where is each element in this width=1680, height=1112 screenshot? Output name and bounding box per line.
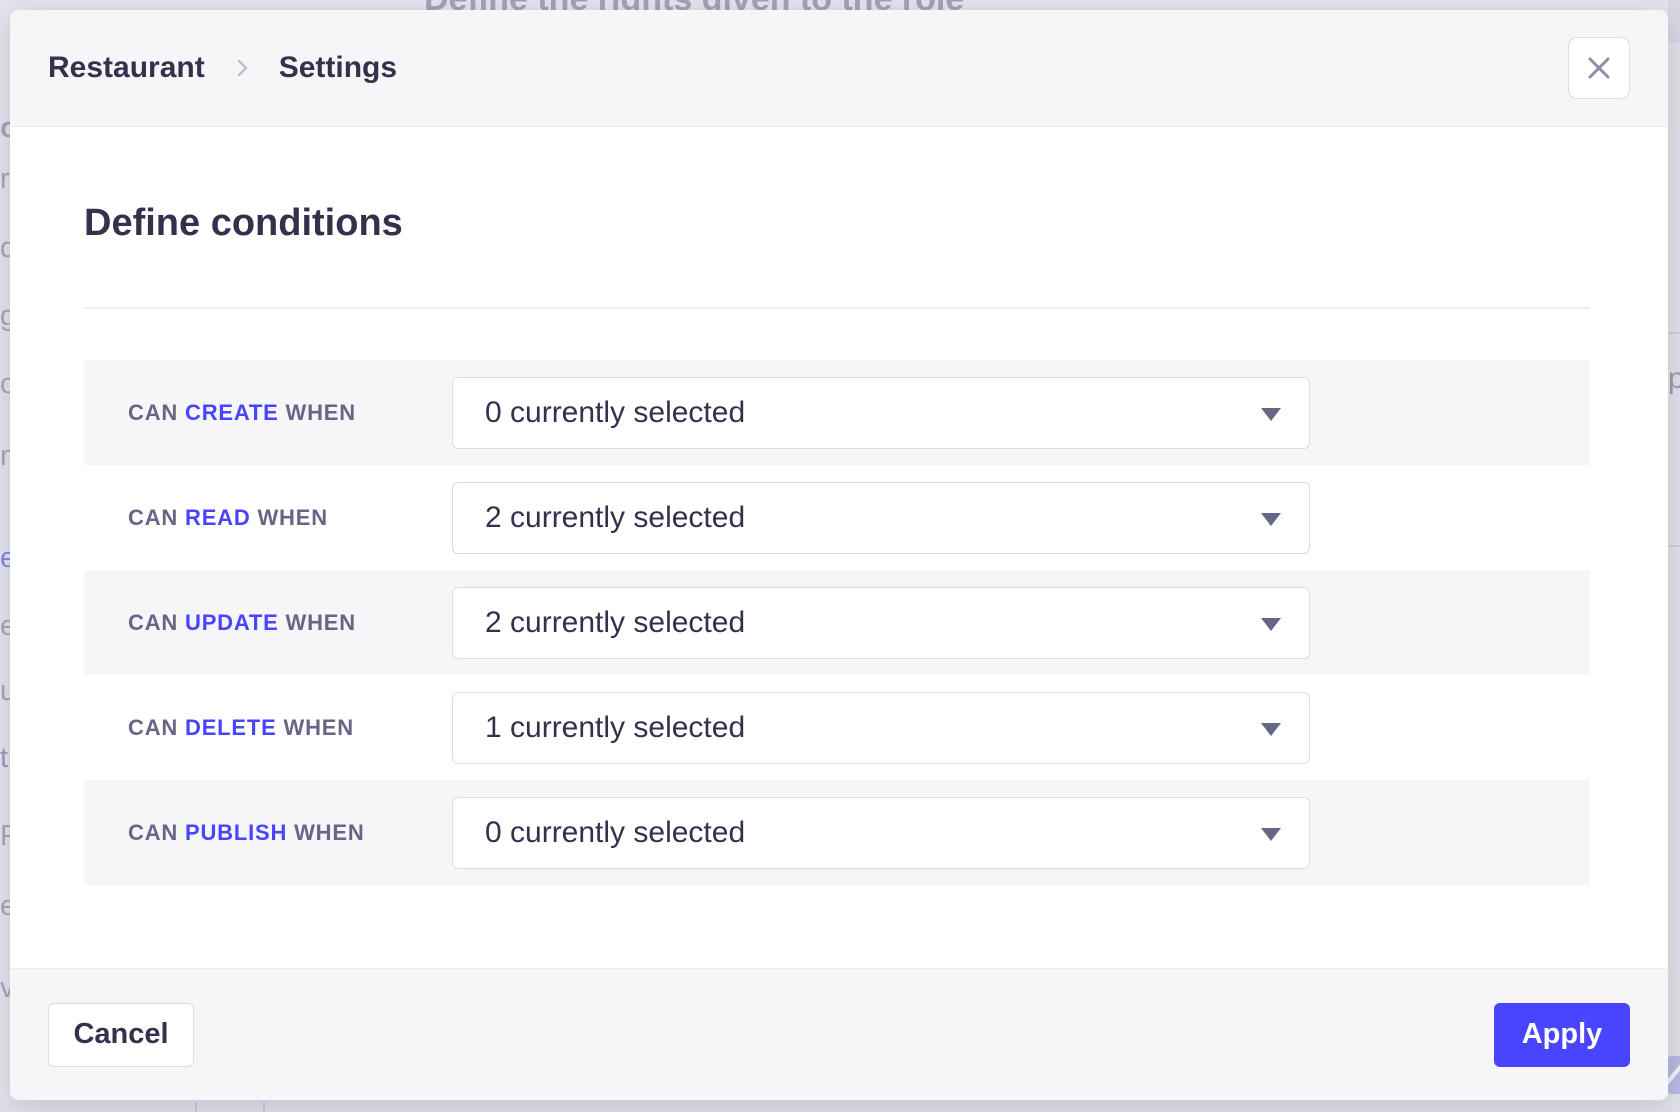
- cancel-button[interactable]: Cancel: [48, 1003, 194, 1067]
- modal-body: Define conditions CAN CREATE WHEN 0 curr…: [10, 127, 1668, 885]
- background-text-fragment: r: [0, 163, 10, 196]
- read-conditions-select[interactable]: 2 currently selected: [452, 482, 1310, 554]
- label-prefix: CAN: [128, 505, 178, 530]
- modal-footer: Cancel Apply: [10, 968, 1668, 1100]
- label-action: UPDATE: [185, 610, 279, 635]
- label-action: DELETE: [185, 715, 277, 740]
- label-suffix: WHEN: [286, 400, 356, 425]
- label-prefix: CAN: [128, 820, 178, 845]
- label-action: READ: [185, 505, 251, 530]
- update-conditions-select[interactable]: 2 currently selected: [452, 587, 1310, 659]
- label-prefix: CAN: [128, 610, 178, 635]
- apply-button[interactable]: Apply: [1494, 1003, 1630, 1067]
- condition-row-publish: CAN PUBLISH WHEN 0 currently selected: [84, 780, 1590, 885]
- condition-row-delete: CAN DELETE WHEN 1 currently selected: [84, 675, 1590, 780]
- chevron-down-icon: [1261, 408, 1281, 421]
- modal-header: Restaurant Settings: [10, 10, 1668, 127]
- condition-label: CAN UPDATE WHEN: [84, 610, 452, 636]
- conditions-list: CAN CREATE WHEN 0 currently selected CAN…: [84, 360, 1590, 885]
- background-divider: [1668, 545, 1680, 547]
- publish-conditions-select[interactable]: 0 currently selected: [452, 797, 1310, 869]
- background-band: [1668, 0, 1680, 42]
- label-suffix: WHEN: [286, 610, 356, 635]
- label-action: CREATE: [185, 400, 279, 425]
- chevron-right-icon: [231, 57, 253, 79]
- select-value: 0 currently selected: [485, 396, 745, 430]
- select-value: 1 currently selected: [485, 711, 745, 745]
- condition-row-create: CAN CREATE WHEN 0 currently selected: [84, 360, 1590, 465]
- chevron-down-icon: [1261, 828, 1281, 841]
- condition-label: CAN PUBLISH WHEN: [84, 820, 452, 846]
- label-action: PUBLISH: [185, 820, 287, 845]
- title-divider: [84, 307, 1590, 309]
- condition-label: CAN DELETE WHEN: [84, 715, 452, 741]
- create-conditions-select[interactable]: 0 currently selected: [452, 377, 1310, 449]
- select-value: 2 currently selected: [485, 501, 745, 535]
- condition-label: CAN READ WHEN: [84, 505, 452, 531]
- chevron-down-icon: [1261, 618, 1281, 631]
- condition-row-read: CAN READ WHEN 2 currently selected: [84, 465, 1590, 570]
- label-suffix: WHEN: [284, 715, 354, 740]
- chevron-down-icon: [1261, 513, 1281, 526]
- background-bottom-strip: [0, 1102, 1680, 1112]
- close-button[interactable]: [1568, 37, 1630, 99]
- background-text-fragment: p: [1668, 362, 1680, 396]
- select-value: 0 currently selected: [485, 816, 745, 850]
- background-right-strip: p: [1668, 0, 1680, 1112]
- delete-conditions-select[interactable]: 1 currently selected: [452, 692, 1310, 764]
- label-prefix: CAN: [128, 715, 178, 740]
- label-suffix: WHEN: [257, 505, 327, 530]
- breadcrumb: Restaurant Settings: [48, 51, 397, 85]
- screen: Define the rights given to the role ol r…: [0, 0, 1680, 1112]
- breadcrumb-item-settings: Settings: [279, 51, 397, 85]
- background-divider: [1668, 332, 1680, 334]
- label-prefix: CAN: [128, 400, 178, 425]
- background-divider: [263, 1102, 265, 1112]
- chevron-down-icon: [1261, 723, 1281, 736]
- condition-row-update: CAN UPDATE WHEN 2 currently selected: [84, 570, 1590, 675]
- settings-modal: Restaurant Settings Define conditions: [10, 10, 1668, 1100]
- label-suffix: WHEN: [294, 820, 364, 845]
- dialog-title: Define conditions: [84, 201, 1590, 245]
- background-divider: [195, 1102, 197, 1112]
- background-edit-icon: [1666, 1056, 1680, 1094]
- close-icon: [1585, 54, 1613, 82]
- select-value: 2 currently selected: [485, 606, 745, 640]
- breadcrumb-item-restaurant: Restaurant: [48, 51, 205, 85]
- condition-label: CAN CREATE WHEN: [84, 400, 452, 426]
